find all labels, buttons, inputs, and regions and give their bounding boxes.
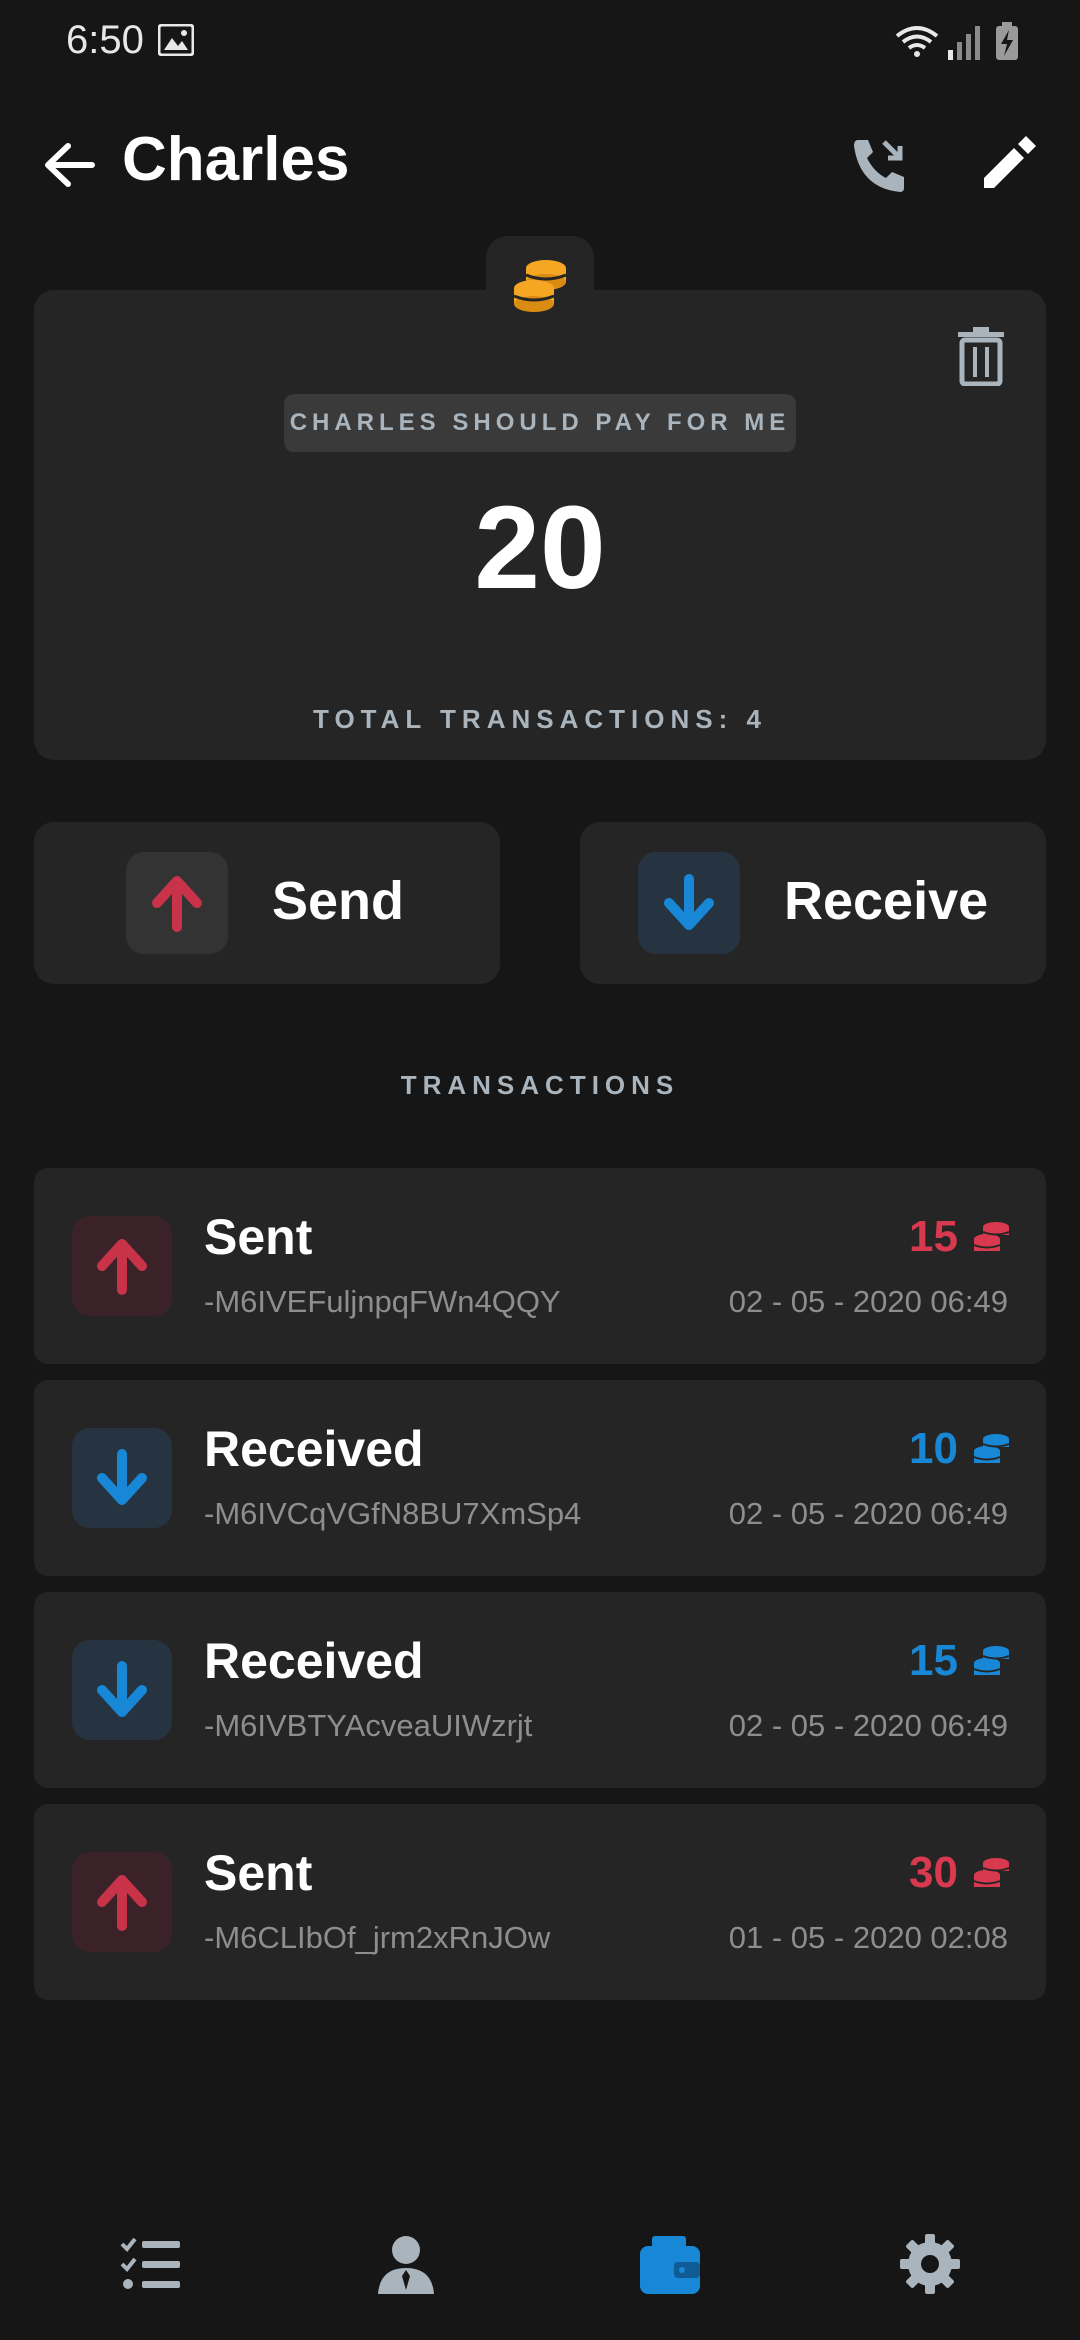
send-icon-box	[126, 852, 228, 954]
transaction-item[interactable]: Received -M6IVBTYAcveaUIWzrjt 15 02 - 05…	[34, 1592, 1046, 1788]
page-title: Charles	[122, 125, 350, 194]
signal-icon	[948, 26, 980, 60]
receive-icon-box	[638, 852, 740, 954]
coin-tab	[486, 236, 594, 336]
transaction-date: 02 - 05 - 2020 06:49	[728, 1284, 1008, 1319]
nav-tasks[interactable]	[110, 2228, 190, 2302]
transaction-type: Sent	[204, 1209, 313, 1265]
call-icon[interactable]	[846, 132, 912, 198]
back-arrow-icon[interactable]	[36, 132, 102, 198]
transaction-type: Received	[204, 1633, 424, 1689]
received-icon-box	[72, 1640, 172, 1740]
transaction-type: Sent	[204, 1845, 313, 1901]
wallet-icon	[640, 2236, 700, 2294]
balance-card: CHARLES SHOULD PAY FOR ME 20 TOTAL TRANS…	[34, 290, 1046, 760]
transaction-date: 02 - 05 - 2020 06:49	[728, 1496, 1008, 1531]
transaction-item[interactable]: Sent -M6IVEFuljnpqFWn4QQY 15 02 - 05 - 2…	[34, 1168, 1046, 1364]
app-bar: Charles	[0, 110, 1080, 220]
edit-pencil-icon[interactable]	[974, 132, 1040, 198]
arrow-up-icon	[152, 876, 202, 932]
arrow-down-icon	[97, 1449, 147, 1505]
total-transactions: TOTAL TRANSACTIONS: 4	[313, 704, 767, 734]
receive-label: Receive	[784, 871, 989, 931]
sent-icon-box	[72, 1852, 172, 1952]
send-label: Send	[272, 871, 405, 931]
transaction-date: 01 - 05 - 2020 02:08	[728, 1920, 1008, 1955]
status-icons	[894, 22, 1024, 62]
person-icon	[378, 2236, 434, 2294]
transaction-item[interactable]: Sent -M6CLIbOf_jrm2xRnJOw 30 01 - 05 - 2…	[34, 1804, 1046, 2000]
image-icon	[158, 24, 194, 56]
settings-gear-icon	[900, 2234, 960, 2294]
coins-icon	[973, 1222, 1010, 1251]
transaction-id: -M6CLIbOf_jrm2xRnJOw	[204, 1920, 551, 1955]
received-icon-box	[72, 1428, 172, 1528]
send-button[interactable]: Send	[34, 822, 500, 984]
nav-settings[interactable]	[890, 2228, 970, 2302]
trash-icon[interactable]	[954, 326, 1008, 386]
bottom-nav	[0, 2210, 1080, 2320]
coins-icon	[973, 1858, 1010, 1887]
transaction-amount: 15	[909, 1212, 958, 1261]
transaction-amount: 10	[909, 1424, 958, 1473]
wifi-icon	[895, 26, 939, 57]
battery-charging-icon	[996, 22, 1018, 60]
nav-wallet[interactable]	[630, 2228, 710, 2302]
transaction-id: -M6IVBTYAcveaUIWzrjt	[204, 1708, 533, 1743]
coins-icon	[973, 1434, 1010, 1463]
transaction-amount: 15	[909, 1636, 958, 1685]
arrow-up-icon	[97, 1875, 147, 1931]
balance-status-label: CHARLES SHOULD PAY FOR ME	[284, 394, 796, 452]
transactions-title: TRANSACTIONS	[400, 1070, 680, 1100]
sent-icon-box	[72, 1216, 172, 1316]
tasks-list-icon	[120, 2237, 180, 2289]
arrow-up-icon	[97, 1239, 147, 1295]
arrow-down-icon	[97, 1661, 147, 1717]
receive-button[interactable]: Receive	[580, 822, 1046, 984]
transaction-date: 02 - 05 - 2020 06:49	[728, 1708, 1008, 1743]
transaction-id: -M6IVEFuljnpqFWn4QQY	[204, 1284, 561, 1319]
coins-icon	[513, 260, 567, 312]
transaction-id: -M6IVCqVGfN8BU7XmSp4	[204, 1496, 582, 1531]
transaction-item[interactable]: Received -M6IVCqVGfN8BU7XmSp4 10 02 - 05…	[34, 1380, 1046, 1576]
arrow-down-icon	[664, 874, 714, 930]
transaction-amount: 30	[909, 1848, 958, 1897]
coins-icon	[973, 1646, 1010, 1675]
status-bar: 6:50	[0, 0, 1080, 80]
status-time: 6:50	[66, 18, 144, 62]
nav-contacts[interactable]	[366, 2228, 446, 2302]
balance-amount: 20	[474, 482, 606, 614]
transaction-type: Received	[204, 1421, 424, 1477]
